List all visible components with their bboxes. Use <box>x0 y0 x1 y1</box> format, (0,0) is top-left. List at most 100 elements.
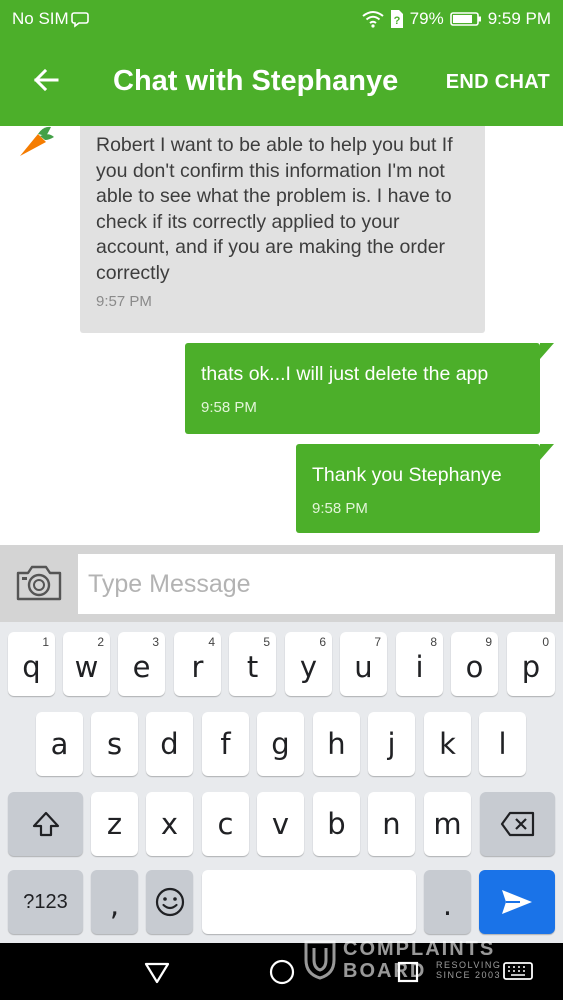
key-i[interactable]: 8i <box>396 632 443 696</box>
key-hint: 2 <box>97 635 104 649</box>
emoji-key[interactable] <box>146 870 193 934</box>
sim-alert-icon: ? <box>390 10 403 28</box>
key-label: m <box>433 807 462 841</box>
key-hint: 3 <box>152 635 159 649</box>
key-y[interactable]: 6y <box>285 632 332 696</box>
key-s[interactable]: s <box>91 712 138 776</box>
key-b[interactable]: b <box>313 792 360 856</box>
key-c[interactable]: c <box>202 792 249 856</box>
key-hint: 7 <box>374 635 381 649</box>
watermark-tag2: SINCE 2003 <box>436 970 502 980</box>
key-label: k <box>439 727 456 761</box>
outgoing-message: thats ok...I will just delete the app 9:… <box>185 343 554 434</box>
key-t[interactable]: 5t <box>229 632 276 696</box>
key-z[interactable]: z <box>91 792 138 856</box>
key-hint: 6 <box>319 635 326 649</box>
key-o[interactable]: 9o <box>451 632 498 696</box>
key-label: s <box>106 727 123 761</box>
key-x[interactable]: x <box>146 792 193 856</box>
key-label: j <box>387 727 396 761</box>
carrot-icon <box>20 126 54 156</box>
message-time: 9:57 PM <box>96 293 152 310</box>
bubble-tail <box>540 343 554 359</box>
back-arrow-icon <box>33 68 59 92</box>
key-hint: 4 <box>208 635 215 649</box>
space-key[interactable] <box>202 870 416 934</box>
key-h[interactable]: h <box>313 712 360 776</box>
key-label: d <box>160 727 179 761</box>
app-bar: Chat with Stephanye END CHAT <box>0 38 563 126</box>
key-w[interactable]: 2w <box>63 632 110 696</box>
key-label: t <box>246 650 259 684</box>
key-label: , <box>109 888 120 922</box>
key-label: b <box>327 807 346 841</box>
chat-title: Chat with Stephanye <box>113 65 399 97</box>
message-input[interactable] <box>78 554 555 614</box>
key-label: x <box>160 807 179 841</box>
nav-back-button[interactable] <box>142 957 172 987</box>
key-k[interactable]: k <box>424 712 471 776</box>
key-f[interactable]: f <box>202 712 249 776</box>
key-hint: 0 <box>542 635 549 649</box>
bubble-tail <box>540 444 554 460</box>
key-e[interactable]: 3e <box>118 632 165 696</box>
backspace-icon <box>500 811 534 837</box>
key-a[interactable]: a <box>36 712 83 776</box>
key-label: a <box>50 727 69 761</box>
watermark-tag1: RESOLVING <box>436 960 502 970</box>
soft-keyboard: 1q 2w 3e 4r 5t 6y 7u 8i 9o 0p a s d f g … <box>0 622 563 943</box>
message-time: 9:58 PM <box>201 399 257 416</box>
watermark-tagline: RESOLVING SINCE 2003 <box>436 960 501 980</box>
carrier-label: No SIM <box>12 9 69 28</box>
key-j[interactable]: j <box>368 712 415 776</box>
back-button[interactable] <box>26 60 66 100</box>
key-q[interactable]: 1q <box>8 632 55 696</box>
clock: 9:59 PM <box>487 9 551 28</box>
emoji-icon <box>155 887 184 917</box>
key-l[interactable]: l <box>479 712 526 776</box>
key-label: g <box>271 727 290 761</box>
status-left: No SIM <box>12 9 91 29</box>
watermark-line1: COMPLAINTS <box>343 938 496 960</box>
key-n[interactable]: n <box>368 792 415 856</box>
key-hint: 5 <box>263 635 270 649</box>
battery-icon <box>449 12 481 26</box>
key-label: y <box>299 650 318 684</box>
chat-messages[interactable]: Robert I want to be able to help you but… <box>0 126 563 545</box>
send-key[interactable] <box>479 870 555 934</box>
key-label: n <box>382 807 401 841</box>
key-p[interactable]: 0p <box>507 632 555 696</box>
key-period[interactable]: . <box>424 870 471 934</box>
key-comma[interactable]: , <box>91 870 138 934</box>
key-d[interactable]: d <box>146 712 193 776</box>
key-m[interactable]: m <box>424 792 471 856</box>
nav-home-button[interactable] <box>267 957 297 987</box>
shift-key[interactable] <box>8 792 83 856</box>
message-composer <box>0 545 563 622</box>
shift-icon <box>32 811 59 837</box>
symbols-key[interactable]: ?123 <box>8 870 83 934</box>
key-v[interactable]: v <box>257 792 304 856</box>
key-u[interactable]: 7u <box>340 632 387 696</box>
wifi-icon <box>362 11 384 28</box>
nav-back-icon <box>144 962 170 984</box>
battery-percent: 79% <box>409 9 444 28</box>
message-time: 9:58 PM <box>312 500 368 517</box>
message-text: Robert I want to be able to help you but… <box>96 134 453 284</box>
watermark-line2: BOARD <box>343 960 427 982</box>
key-label: . <box>442 888 453 922</box>
key-label: w <box>74 650 99 684</box>
key-label: h <box>327 727 346 761</box>
backspace-key[interactable] <box>480 792 555 856</box>
key-r[interactable]: 4r <box>174 632 221 696</box>
key-label: q <box>22 650 41 684</box>
chat-notification-icon <box>70 12 89 28</box>
camera-icon[interactable] <box>14 563 64 603</box>
key-label: ?123 <box>23 890 68 913</box>
outgoing-message: Thank you Stephanye 9:58 PM <box>296 444 554 533</box>
key-g[interactable]: g <box>257 712 304 776</box>
key-label: v <box>271 807 290 841</box>
end-chat-button[interactable]: END CHAT <box>446 71 550 94</box>
key-label: i <box>415 650 424 684</box>
message-text: thats ok...I will just delete the app <box>201 363 489 385</box>
